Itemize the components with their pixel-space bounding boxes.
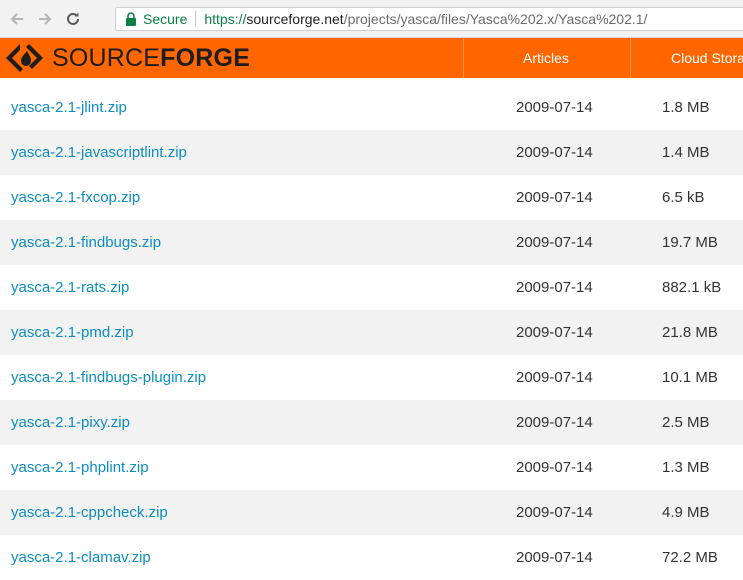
- file-link[interactable]: yasca-2.1-rats.zip: [11, 265, 129, 310]
- nav-divider: [463, 38, 464, 78]
- file-size: 1.4 MB: [662, 144, 710, 161]
- reload-icon: [67, 12, 79, 25]
- file-row: yasca-2.1-javascriptlint.zip 2009-07-14 …: [0, 130, 743, 175]
- secure-label: Secure: [143, 11, 188, 27]
- file-date: 2009-07-14: [516, 504, 593, 521]
- file-link[interactable]: yasca-2.1-findbugs.zip: [11, 220, 161, 265]
- url-scheme: https://: [204, 11, 247, 27]
- file-list: yasca-2.1-jlint.zip 2009-07-14 1.8 MB ya…: [0, 85, 743, 580]
- file-link[interactable]: yasca-2.1-phplint.zip: [11, 445, 149, 490]
- file-link[interactable]: yasca-2.1-javascriptlint.zip: [11, 130, 187, 175]
- file-row: yasca-2.1-rats.zip 2009-07-14 882.1 kB: [0, 265, 743, 310]
- forward-button[interactable]: [34, 8, 56, 30]
- file-row: yasca-2.1-clamav.zip 2009-07-14 72.2 MB: [0, 535, 743, 580]
- file-row: yasca-2.1-fxcop.zip 2009-07-14 6.5 kB: [0, 175, 743, 220]
- file-date: 2009-07-14: [516, 369, 593, 386]
- file-link[interactable]: yasca-2.1-findbugs-plugin.zip: [11, 355, 206, 400]
- url-text: https://sourceforge.net/projects/yasca/f…: [204, 11, 647, 27]
- file-row: yasca-2.1-phplint.zip 2009-07-14 1.3 MB: [0, 445, 743, 490]
- lock-icon: [125, 12, 137, 26]
- file-date: 2009-07-14: [516, 234, 593, 251]
- file-row: yasca-2.1-cppcheck.zip 2009-07-14 4.9 MB: [0, 490, 743, 535]
- file-row: yasca-2.1-jlint.zip 2009-07-14 1.8 MB: [0, 85, 743, 130]
- file-link[interactable]: yasca-2.1-clamav.zip: [11, 535, 151, 580]
- arrow-left-icon: [10, 13, 23, 25]
- file-size: 72.2 MB: [662, 549, 718, 566]
- nav-divider: [630, 38, 631, 78]
- file-row: yasca-2.1-findbugs-plugin.zip 2009-07-14…: [0, 355, 743, 400]
- file-size: 2.5 MB: [662, 414, 710, 431]
- back-button[interactable]: [6, 8, 28, 30]
- file-size: 10.1 MB: [662, 369, 718, 386]
- file-date: 2009-07-14: [516, 459, 593, 476]
- sourceforge-wordmark[interactable]: SOURCEFORGE: [52, 44, 251, 72]
- url-host: sourceforge.net: [246, 11, 344, 27]
- site-header: SOURCEFORGE Articles Cloud Stora: [0, 38, 743, 78]
- arrow-right-icon: [39, 13, 52, 25]
- file-link[interactable]: yasca-2.1-cppcheck.zip: [11, 490, 168, 535]
- file-row: yasca-2.1-pixy.zip 2009-07-14 2.5 MB: [0, 400, 743, 445]
- file-size: 21.8 MB: [662, 324, 718, 341]
- nav-cloud-storage[interactable]: Cloud Stora: [671, 38, 743, 78]
- nav-articles[interactable]: Articles: [523, 38, 569, 78]
- file-link[interactable]: yasca-2.1-jlint.zip: [11, 85, 127, 130]
- browser-toolbar: Secure https://sourceforge.net/projects/…: [0, 0, 743, 38]
- file-date: 2009-07-14: [516, 414, 593, 431]
- file-size: 882.1 kB: [662, 279, 722, 296]
- file-size: 4.9 MB: [662, 504, 710, 521]
- logo-text-forge: FORGE: [160, 44, 251, 72]
- url-path: /projects/yasca/files/Yasca%202.x/Yasca%…: [343, 11, 648, 27]
- file-date: 2009-07-14: [516, 189, 593, 206]
- file-date: 2009-07-14: [516, 324, 593, 341]
- logo-text-source: SOURCE: [52, 44, 161, 72]
- file-date: 2009-07-14: [516, 144, 593, 161]
- file-date: 2009-07-14: [516, 549, 593, 566]
- file-size: 1.8 MB: [662, 99, 710, 116]
- file-date: 2009-07-14: [516, 99, 593, 116]
- file-size: 6.5 kB: [662, 189, 705, 206]
- file-link[interactable]: yasca-2.1-pixy.zip: [11, 400, 130, 445]
- address-bar[interactable]: Secure https://sourceforge.net/projects/…: [115, 7, 743, 31]
- file-size: 1.3 MB: [662, 459, 710, 476]
- file-row: yasca-2.1-pmd.zip 2009-07-14 21.8 MB: [0, 310, 743, 355]
- file-date: 2009-07-14: [516, 279, 593, 296]
- file-link[interactable]: yasca-2.1-pmd.zip: [11, 310, 134, 355]
- sourceforge-logo-icon[interactable]: [6, 41, 44, 75]
- file-size: 19.7 MB: [662, 234, 718, 251]
- file-row: yasca-2.1-findbugs.zip 2009-07-14 19.7 M…: [0, 220, 743, 265]
- reload-button[interactable]: [62, 8, 84, 30]
- url-separator: [195, 11, 197, 27]
- file-link[interactable]: yasca-2.1-fxcop.zip: [11, 175, 140, 220]
